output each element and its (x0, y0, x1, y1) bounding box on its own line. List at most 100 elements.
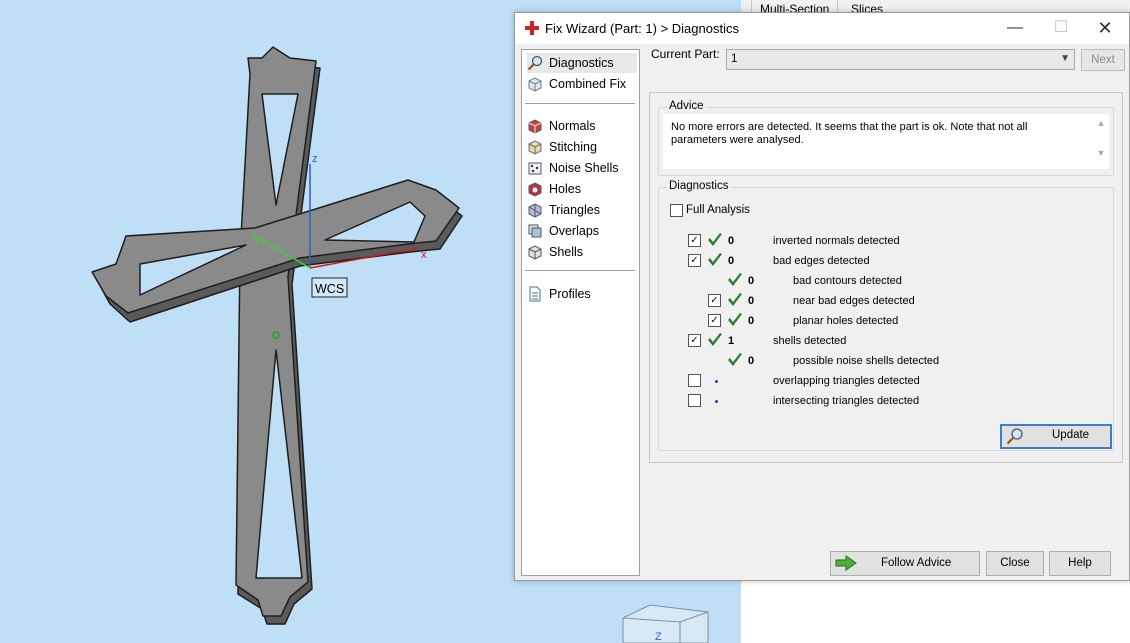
triangles-icon (528, 203, 542, 218)
row-checkbox[interactable] (688, 374, 701, 387)
nav-separator (525, 103, 635, 104)
diagnostics-title: Diagnostics (667, 180, 731, 192)
diagnostics-row: ✓ 0 planar holes detected (659, 312, 1099, 330)
window-title: Fix Wizard (Part: 1) > Diagnostics (545, 21, 739, 36)
stitching-cube-icon (528, 140, 542, 155)
help-button[interactable]: Help (1049, 551, 1111, 576)
diagnostics-row: ✓ 0 bad edges detected (659, 252, 1099, 270)
current-part-label: Current Part: (651, 47, 720, 61)
chevron-down-icon: ▼ (1060, 53, 1070, 64)
nav-cube-z-label: Z (655, 631, 662, 643)
diagnostics-page: Advice No more errors are detected. It s… (649, 92, 1123, 463)
close-window-button[interactable]: ✕ (1083, 16, 1127, 40)
nav-item-stitching[interactable]: Stitching (527, 137, 637, 157)
green-check-icon (728, 273, 742, 286)
row-checkbox[interactable]: ✓ (688, 254, 701, 267)
row-checkbox[interactable]: ✓ (708, 314, 721, 327)
axis-y-label: y (254, 235, 259, 246)
nav-item-label: Normals (549, 119, 596, 133)
wcs-label: WCS (315, 282, 344, 296)
axis-z-label: z (312, 153, 318, 165)
follow-advice-label: Follow Advice (881, 557, 952, 569)
nav-item-label: Diagnostics (549, 56, 614, 70)
diagnostics-row: 0 bad contours detected (659, 272, 1099, 290)
current-part-value: 1 (731, 53, 738, 65)
nav-item-shells[interactable]: Shells (527, 242, 637, 262)
nav-item-profiles[interactable]: Profiles (527, 284, 637, 304)
magnifier-icon (527, 55, 543, 71)
diagnostics-row: intersecting triangles detected (659, 392, 1099, 410)
update-label: Update (1052, 429, 1090, 441)
row-label: overlapping triangles detected (773, 375, 920, 387)
scroll-up-icon[interactable]: ▲ (1094, 118, 1108, 128)
row-label: bad contours detected (793, 275, 902, 287)
shells-icon (528, 245, 542, 260)
row-label: intersecting triangles detected (773, 395, 920, 407)
row-count: 0 (728, 255, 735, 267)
row-checkbox[interactable]: ✓ (688, 234, 701, 247)
row-count: 1 (728, 335, 735, 347)
minimize-button[interactable]: — (993, 16, 1037, 40)
green-check-icon (708, 253, 722, 266)
nav-item-holes[interactable]: Holes (527, 179, 637, 199)
nav-item-normals[interactable]: Normals (527, 116, 637, 136)
full-analysis-label: Full Analysis (686, 204, 750, 216)
nav-item-label: Triangles (549, 203, 600, 217)
nav-item-label: Profiles (549, 287, 591, 301)
fix-wizard-dialog: Fix Wizard (Part: 1) > Diagnostics — ☐ ✕… (514, 12, 1130, 581)
row-count: 0 (728, 235, 735, 247)
nav-item-noise-shells[interactable]: Noise Shells (527, 158, 637, 178)
green-check-icon (708, 233, 722, 246)
row-label: bad edges detected (773, 255, 870, 267)
scroll-down-icon[interactable]: ▼ (1094, 148, 1108, 158)
current-part-select[interactable]: 1 ▼ (726, 49, 1075, 70)
nav-item-label: Holes (549, 182, 581, 196)
document-icon (529, 286, 541, 302)
pending-dot-icon (715, 400, 718, 403)
magnifier-icon (1006, 428, 1023, 445)
maximize-button[interactable]: ☐ (1039, 16, 1083, 40)
row-checkbox[interactable]: ✓ (708, 294, 721, 307)
follow-advice-button[interactable]: Follow Advice (830, 551, 980, 576)
close-button[interactable]: Close (986, 551, 1044, 576)
nav-item-combined-fix[interactable]: Combined Fix (527, 74, 637, 94)
red-cross-icon (525, 21, 539, 35)
update-button[interactable]: Update (1000, 424, 1112, 449)
row-count: 0 (748, 275, 755, 287)
nav-item-overlaps[interactable]: Overlaps (527, 221, 637, 241)
diagnostics-row: ✓ 1 shells detected (659, 332, 1099, 350)
row-label: possible noise shells detected (793, 355, 940, 367)
next-button[interactable]: Next (1081, 49, 1125, 71)
row-count: 0 (748, 295, 755, 307)
row-count: 0 (748, 315, 755, 327)
nav-item-label: Combined Fix (549, 77, 627, 91)
nav-item-label: Overlaps (549, 224, 600, 238)
diagnostics-row: 0 possible noise shells detected (659, 352, 1099, 370)
pending-dot-icon (715, 380, 718, 383)
advice-title: Advice (667, 100, 706, 112)
row-label: planar holes detected (793, 315, 899, 327)
nav-item-triangles[interactable]: Triangles (527, 200, 637, 220)
row-label: near bad edges detected (793, 295, 915, 307)
holes-icon (528, 182, 542, 197)
row-checkbox[interactable] (688, 394, 701, 407)
row-count: 0 (748, 355, 755, 367)
row-label: shells detected (773, 335, 847, 347)
diagnostics-group: Diagnostics Full Analysis ✓ 0 inverted nor… (658, 180, 1114, 451)
full-analysis-checkbox[interactable] (670, 204, 683, 217)
advice-group: Advice No more errors are detected. It s… (658, 100, 1114, 176)
diagnostics-row: ✓ 0 near bad edges detected (659, 292, 1099, 310)
overlaps-icon (528, 224, 542, 238)
row-checkbox[interactable]: ✓ (688, 334, 701, 347)
title-bar[interactable]: Fix Wizard (Part: 1) > Diagnostics — ☐ ✕ (515, 13, 1129, 44)
nav-item-diagnostics[interactable]: Diagnostics (527, 53, 637, 73)
row-label: inverted normals detected (773, 235, 900, 247)
nav-item-label: Noise Shells (549, 161, 619, 175)
advice-textbox[interactable]: No more errors are detected. It seems th… (663, 114, 1109, 169)
advice-scrollbar[interactable]: ▲ ▼ (1094, 118, 1108, 168)
nav-separator (525, 270, 635, 271)
wizard-nav-panel: Diagnostics Combined Fix Normals Stitchi… (521, 49, 640, 576)
diagnostics-row: overlapping triangles detected (659, 372, 1099, 390)
green-check-icon (728, 293, 742, 306)
noise-shells-icon (528, 162, 542, 175)
